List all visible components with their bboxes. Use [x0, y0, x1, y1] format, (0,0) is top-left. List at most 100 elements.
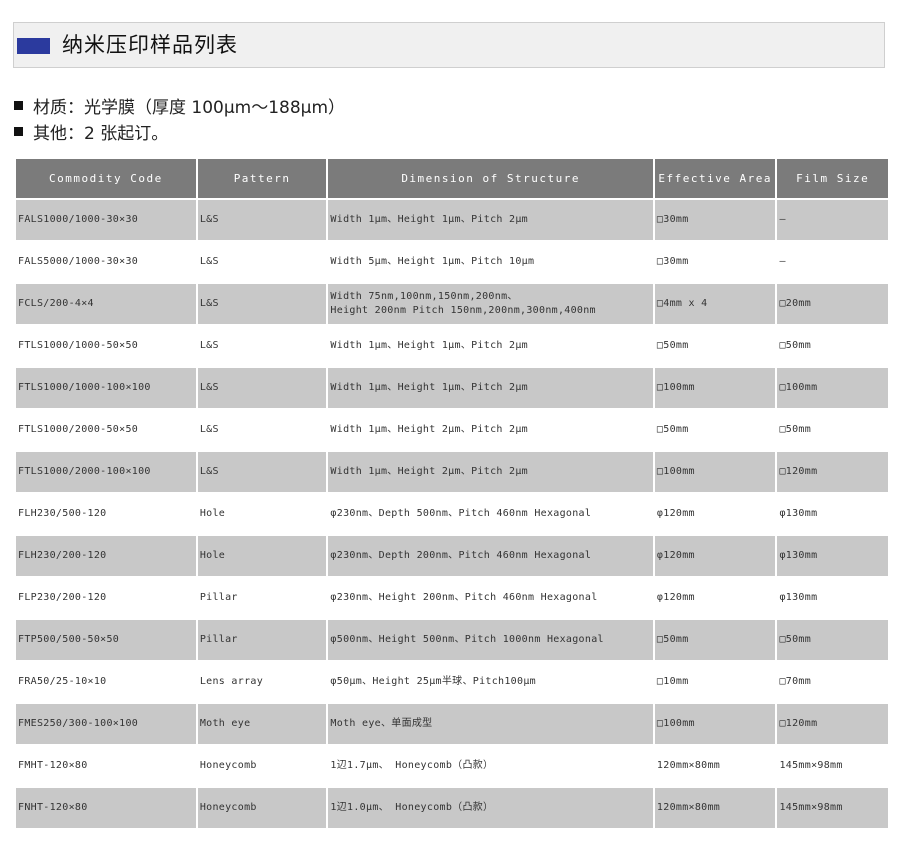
cell-pattern: L&S	[197, 452, 327, 492]
cell-film: □120mm	[777, 704, 888, 744]
cell-dimension: 1辺1.7μm、 Honeycomb（凸款）	[328, 746, 653, 786]
cell-dimension: φ230nm、Depth 500nm、Pitch 460nm Hexagonal	[328, 494, 653, 534]
cell-area: □50mm	[654, 410, 776, 450]
cell-pattern: Honeycomb	[197, 746, 327, 786]
cell-film: □70mm	[777, 662, 888, 702]
cell-film: —	[777, 242, 888, 282]
table-row: FNHT-120×80 Honeycomb 1辺1.0μm、 Honeycomb…	[16, 788, 888, 828]
cell-code: FTLS1000/2000-50×50	[16, 410, 196, 450]
cell-pattern: Honeycomb	[197, 788, 327, 828]
header-effective-area: Effective Area	[654, 159, 776, 198]
note-text: 材质：光学膜（厚度 100μm～188μm）	[33, 97, 346, 118]
cell-film: □20mm	[777, 284, 888, 324]
table-row: FRA50/25-10×10 Lens array φ50μm、Height 2…	[16, 662, 888, 702]
cell-film: □50mm	[777, 620, 888, 660]
cell-film: —	[777, 200, 888, 240]
cell-code: FMHT-120×80	[16, 746, 196, 786]
cell-pattern: L&S	[197, 242, 327, 282]
cell-pattern: L&S	[197, 326, 327, 366]
cell-code: FLH230/200-120	[16, 536, 196, 576]
cell-area: 120mm×80mm	[654, 746, 776, 786]
cell-film: φ130mm	[777, 578, 888, 618]
table-row: FMES250/300-100×100 Moth eye Moth eye、单面…	[16, 704, 888, 744]
cell-dimension: Width 1μm、Height 2μm、Pitch 2μm	[328, 410, 653, 450]
cell-film: □120mm	[777, 452, 888, 492]
cell-code: FTLS1000/1000-100×100	[16, 368, 196, 408]
title-bar: 纳米压印样品列表	[13, 22, 885, 68]
header-dimension: Dimension of Structure	[328, 159, 653, 198]
cell-code: FMES250/300-100×100	[16, 704, 196, 744]
cell-film: 145mm×98mm	[777, 746, 888, 786]
cell-code: FTP500/500-50×50	[16, 620, 196, 660]
cell-dimension: φ50μm、Height 25μm半球、Pitch100μm	[328, 662, 653, 702]
cell-area: □4mm x 4	[654, 284, 776, 324]
cell-dimension: Moth eye、单面成型	[328, 704, 653, 744]
cell-code: FALS1000/1000-30×30	[16, 200, 196, 240]
cell-area: φ120mm	[654, 578, 776, 618]
table-row: FTLS1000/1000-50×50 L&S Width 1μm、Height…	[16, 326, 888, 366]
cell-film: φ130mm	[777, 494, 888, 534]
note-other: 其他：2 张起订。	[14, 118, 345, 144]
cell-dimension: Width 1μm、Height 1μm、Pitch 2μm	[328, 326, 653, 366]
cell-pattern: L&S	[197, 200, 327, 240]
cell-dimension-line2: Height 200nm Pitch 150nm,200nm,300nm,400…	[330, 305, 596, 316]
header-film-size: Film Size	[777, 159, 888, 198]
notes: 材质：光学膜（厚度 100μm～188μm） 其他：2 张起订。	[14, 92, 345, 144]
cell-area: □30mm	[654, 242, 776, 282]
bullet-icon	[14, 100, 23, 110]
table-row: FLH230/200-120 Hole φ230nm、Depth 200nm、P…	[16, 536, 888, 576]
cell-pattern: Pillar	[197, 620, 327, 660]
cell-dimension: Width 1μm、Height 2μm、Pitch 2μm	[328, 452, 653, 492]
cell-dimension: φ500nm、Height 500nm、Pitch 1000nm Hexagon…	[328, 620, 653, 660]
table-row: FALS1000/1000-30×30 L&S Width 1μm、Height…	[16, 200, 888, 240]
cell-area: □100mm	[654, 704, 776, 744]
table-header-row: Commodity Code Pattern Dimension of Stru…	[16, 159, 888, 198]
cell-dimension: Width 1μm、Height 1μm、Pitch 2μm	[328, 200, 653, 240]
cell-code: FTLS1000/1000-50×50	[16, 326, 196, 366]
cell-area: □50mm	[654, 620, 776, 660]
cell-pattern: Hole	[197, 536, 327, 576]
table-row: FTLS1000/2000-50×50 L&S Width 1μm、Height…	[16, 410, 888, 450]
cell-code: FLH230/500-120	[16, 494, 196, 534]
table-row: FCLS/200-4×4 L&S Width 75nm,100nm,150nm,…	[16, 284, 888, 324]
table-row: FLH230/500-120 Hole φ230nm、Depth 500nm、P…	[16, 494, 888, 534]
cell-dimension-line1: Width 75nm,100nm,150nm,200nm、	[330, 291, 518, 302]
table-row: FTLS1000/1000-100×100 L&S Width 1μm、Heig…	[16, 368, 888, 408]
bullet-icon	[14, 126, 23, 136]
cell-pattern: L&S	[197, 284, 327, 324]
cell-area: □50mm	[654, 326, 776, 366]
table-row: FMHT-120×80 Honeycomb 1辺1.7μm、 Honeycomb…	[16, 746, 888, 786]
cell-area: □10mm	[654, 662, 776, 702]
cell-dimension: 1辺1.0μm、 Honeycomb（凸款）	[328, 788, 653, 828]
sample-table: Commodity Code Pattern Dimension of Stru…	[14, 157, 890, 830]
cell-pattern: Lens array	[197, 662, 327, 702]
cell-pattern: L&S	[197, 368, 327, 408]
cell-film: □50mm	[777, 326, 888, 366]
cell-area: □30mm	[654, 200, 776, 240]
table-row: FTLS1000/2000-100×100 L&S Width 1μm、Heig…	[16, 452, 888, 492]
cell-area: □100mm	[654, 452, 776, 492]
cell-dimension: φ230nm、Depth 200nm、Pitch 460nm Hexagonal	[328, 536, 653, 576]
cell-film: φ130mm	[777, 536, 888, 576]
table-row: FTP500/500-50×50 Pillar φ500nm、Height 50…	[16, 620, 888, 660]
cell-dimension: φ230nm、Height 200nm、Pitch 460nm Hexagona…	[328, 578, 653, 618]
cell-code: FTLS1000/2000-100×100	[16, 452, 196, 492]
cell-film: □100mm	[777, 368, 888, 408]
cell-dimension: Width 5μm、Height 1μm、Pitch 10μm	[328, 242, 653, 282]
note-text: 其他：2 张起订。	[33, 123, 169, 144]
header-commodity-code: Commodity Code	[16, 159, 196, 198]
cell-dimension: Width 1μm、Height 1μm、Pitch 2μm	[328, 368, 653, 408]
cell-code: FRA50/25-10×10	[16, 662, 196, 702]
table-row: FALS5000/1000-30×30 L&S Width 5μm、Height…	[16, 242, 888, 282]
cell-area: φ120mm	[654, 494, 776, 534]
table-row: FLP230/200-120 Pillar φ230nm、Height 200n…	[16, 578, 888, 618]
cell-film: □50mm	[777, 410, 888, 450]
cell-area: □100mm	[654, 368, 776, 408]
cell-pattern: Pillar	[197, 578, 327, 618]
cell-code: FALS5000/1000-30×30	[16, 242, 196, 282]
cell-area: 120mm×80mm	[654, 788, 776, 828]
page-title: 纳米压印样品列表	[62, 33, 238, 57]
cell-area: φ120mm	[654, 536, 776, 576]
note-material: 材质：光学膜（厚度 100μm～188μm）	[14, 92, 345, 118]
cell-pattern: Hole	[197, 494, 327, 534]
